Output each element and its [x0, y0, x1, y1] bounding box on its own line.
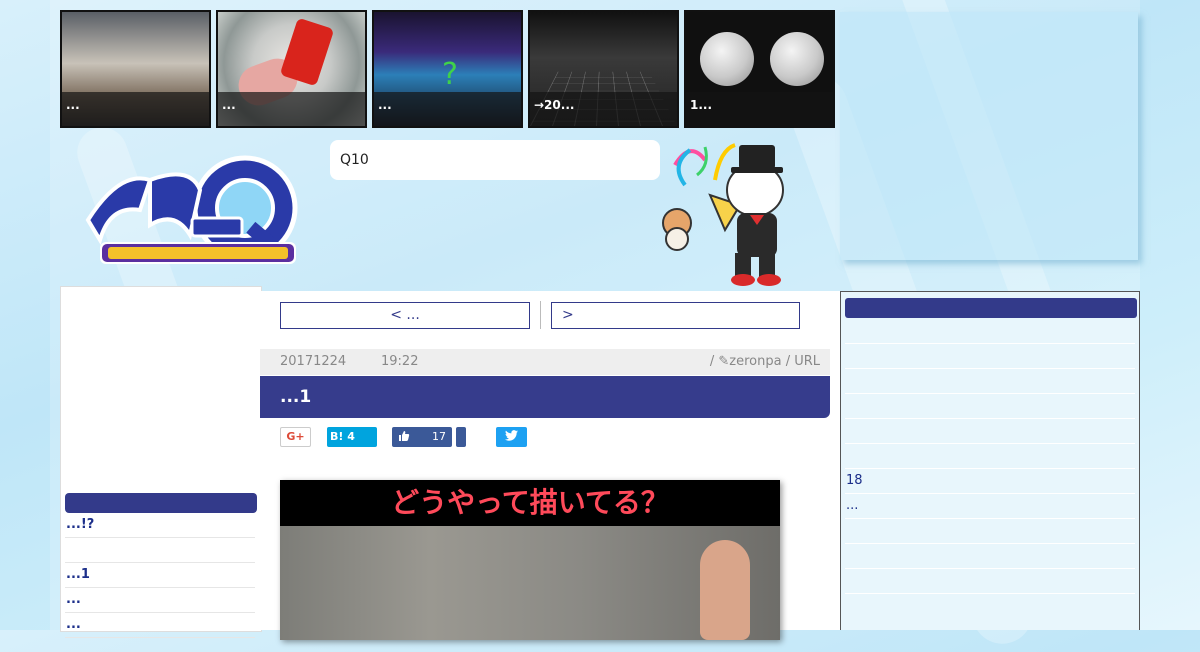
list-item[interactable] [845, 369, 1135, 394]
next-article-button[interactable]: > [551, 302, 800, 329]
facebook-like-button[interactable]: 17 [392, 427, 452, 447]
thumbnail-3[interactable]: ? ... [372, 10, 523, 128]
list-item[interactable] [65, 538, 255, 563]
thumbnail-2[interactable]: ... [216, 10, 367, 128]
left-sidebar: ...!? ...1 ... ... [60, 286, 262, 638]
thumbnail-caption: ... [62, 92, 209, 126]
mascot-illustration [655, 135, 815, 287]
site-logo[interactable] [80, 150, 302, 270]
article-image: どうやって描いてる？ [280, 480, 780, 640]
svg-text:?: ? [442, 57, 458, 92]
right-sidebar: 18 ... [840, 291, 1140, 630]
nav-divider [540, 301, 541, 329]
list-item[interactable]: ... [845, 494, 1135, 519]
thumbnail-caption: ... [218, 92, 365, 126]
article-image-heading: どうやって描いてる？ [391, 486, 669, 519]
prev-article-button[interactable]: < ... [280, 302, 530, 329]
list-item[interactable]: ... [65, 613, 255, 638]
article-title: ...1 [260, 376, 830, 418]
list-item[interactable] [845, 394, 1135, 419]
thumbnail-1[interactable]: ... [60, 10, 211, 128]
list-item[interactable] [845, 319, 1135, 344]
list-item[interactable] [845, 444, 1135, 469]
like-count: 17 [432, 430, 446, 443]
list-item[interactable]: ...!? [65, 513, 255, 538]
list-item[interactable] [845, 519, 1135, 544]
list-item[interactable] [845, 569, 1135, 594]
twitter-share-button[interactable] [496, 427, 527, 447]
featured-thumbnails: ... ... ? ... →20... 1... [60, 10, 835, 128]
post-meta: 20171224 19:22 / ✎zeronpa / URL [260, 349, 830, 375]
list-item[interactable]: ...1 [65, 563, 255, 588]
thumbnail-caption: ... [374, 92, 521, 126]
facebook-share-button[interactable] [456, 427, 466, 447]
left-sidebar-header [65, 493, 257, 513]
thumbs-up-icon [398, 430, 410, 443]
post-time: 19:22 [381, 354, 419, 369]
list-item[interactable] [845, 419, 1135, 444]
post-date: 20171224 [280, 354, 347, 369]
header-decoration [840, 12, 1138, 260]
thumbnail-4[interactable]: →20... [528, 10, 679, 128]
thumbnail-caption: →20... [530, 92, 677, 126]
thumbnail-5[interactable]: 1... [684, 10, 835, 128]
hatena-bookmark-button[interactable]: B! 4 [327, 427, 377, 447]
search-input[interactable]: Q10 [330, 140, 660, 180]
right-sidebar-list: 18 ... [845, 319, 1135, 594]
twitter-icon [505, 430, 518, 443]
list-item[interactable] [845, 544, 1135, 569]
list-item[interactable]: 18 [845, 469, 1135, 494]
list-item[interactable]: ... [65, 588, 255, 613]
article-main: < ... > 20171224 19:22 / ✎zeronpa / URL … [260, 291, 840, 640]
right-sidebar-header [845, 298, 1137, 318]
gplus-share-button[interactable]: G+ [280, 427, 311, 447]
left-sidebar-list: ...!? ...1 ... ... [65, 513, 255, 638]
post-author[interactable]: / ✎zeronpa / URL [710, 349, 820, 375]
list-item[interactable] [845, 344, 1135, 369]
thumbnail-caption: 1... [686, 92, 833, 126]
